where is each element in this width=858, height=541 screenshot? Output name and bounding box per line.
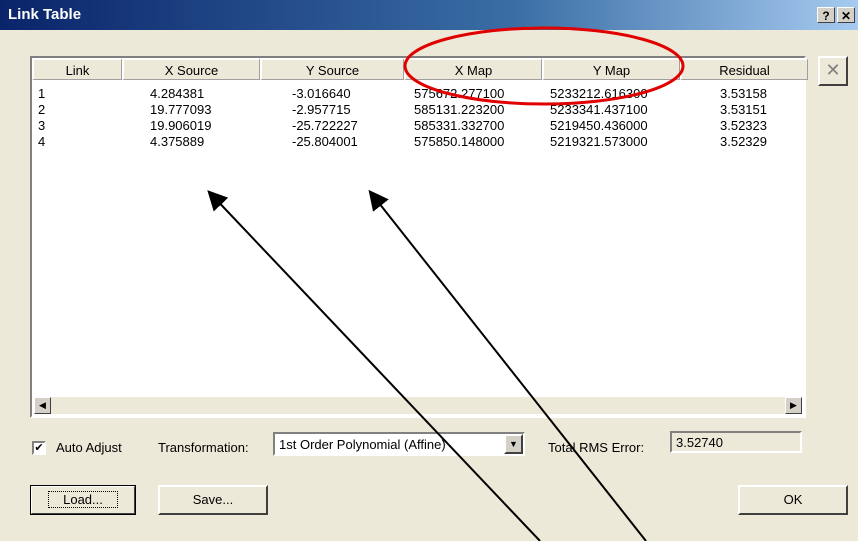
- arrow-to-y-source: [368, 189, 647, 541]
- highlight-ellipse: [403, 26, 685, 106]
- arrow-to-x-source: [207, 190, 541, 541]
- annotation-overlay: [207, 26, 685, 541]
